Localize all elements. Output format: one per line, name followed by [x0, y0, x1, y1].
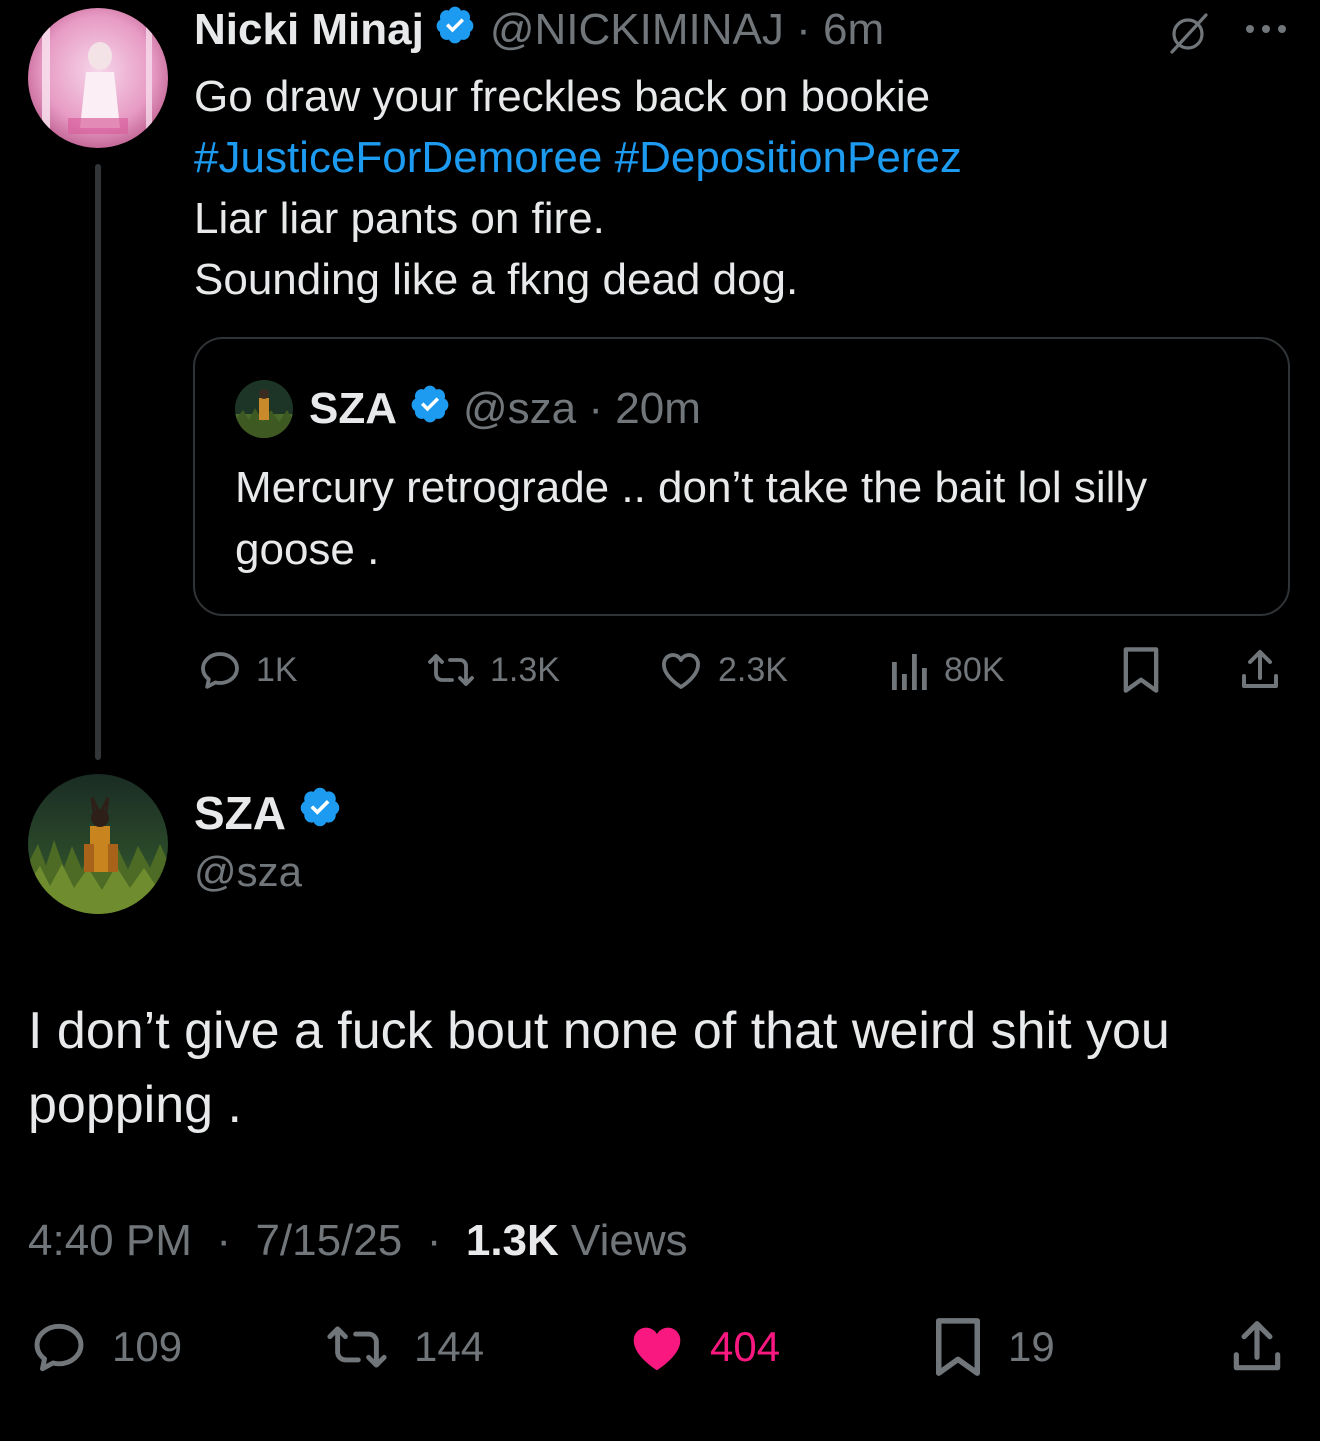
repost-icon [428, 654, 474, 686]
share-icon [1233, 1321, 1281, 1371]
parent-tweet-header: Nicki Minaj @NICKIMINAJ · 6m [194, 2, 884, 58]
thread-connector [95, 164, 101, 760]
like-count: 2.3K [718, 650, 788, 689]
separator-dot: · [576, 384, 616, 433]
separator-dot: · [783, 5, 823, 54]
bookmark-button[interactable]: 19 [930, 1310, 1055, 1384]
reply-count: 109 [112, 1323, 183, 1370]
hashtag-line: #JusticeForDemoree #DepositionPerez [194, 127, 1274, 188]
views-label: Views [571, 1216, 688, 1265]
views-count: 1.3K [465, 1216, 559, 1265]
author-name[interactable]: Nicki Minaj [194, 5, 424, 55]
tweet-text-line: Go draw your freckles back on bookie [194, 72, 931, 121]
share-button[interactable] [1226, 1310, 1288, 1384]
verified-badge-icon [409, 383, 451, 436]
views-button[interactable]: 80K [888, 640, 1005, 700]
verified-badge-icon [434, 4, 476, 57]
author-name[interactable]: SZA [194, 786, 286, 840]
hashtag-link[interactable]: #JusticeForDemoree [194, 133, 602, 182]
reply-button[interactable]: 1K [196, 640, 298, 700]
share-icon [1242, 650, 1278, 688]
quoted-author-name[interactable]: SZA [309, 384, 397, 434]
bookmark-icon [936, 1318, 980, 1376]
reply-button[interactable]: 109 [28, 1310, 182, 1384]
author-handle[interactable]: @NICKIMINAJ [490, 5, 784, 55]
reply-count: 1K [256, 650, 298, 689]
tweet-text-line: Sounding like a fkng dead dog. [194, 255, 799, 304]
like-count: 404 [710, 1323, 781, 1370]
main-tweet-author: SZA [194, 785, 342, 840]
quoted-tweet-text: Mercury retrograde .. don’t take the bai… [235, 463, 1148, 574]
tweet-text-line: Liar liar pants on fire. [194, 194, 605, 243]
views-icon [892, 654, 927, 690]
more-icon[interactable] [1244, 22, 1288, 41]
separator-dot: · [204, 1216, 244, 1265]
tweet-time[interactable]: 4:40 PM [28, 1216, 192, 1265]
tweet-date[interactable]: 7/15/25 [255, 1216, 402, 1265]
like-button[interactable]: 404 [626, 1310, 780, 1384]
repost-count: 144 [414, 1323, 485, 1370]
verified-badge-icon [298, 785, 342, 840]
like-icon [662, 653, 700, 689]
sza-avatar[interactable] [28, 774, 168, 914]
tweet-time[interactable]: 6m [823, 5, 884, 55]
main-tweet-text: I don’t give a fuck bout none of that we… [28, 1002, 1170, 1134]
quoted-tweet-header: SZA @sza · 20m [235, 379, 701, 439]
separator-dot: · [414, 1216, 454, 1265]
tweet-meta: 4:40 PM · 7/15/25 · 1.3K Views [28, 1216, 688, 1266]
grok-icon[interactable] [1166, 10, 1212, 61]
quoted-author-handle[interactable]: @sza [463, 384, 576, 434]
reply-icon [201, 652, 239, 689]
like-button[interactable]: 2.3K [656, 640, 788, 700]
reply-icon [34, 1323, 84, 1372]
quoted-tweet-time[interactable]: 20m [615, 384, 701, 434]
bookmark-count: 19 [1008, 1323, 1055, 1370]
parent-tweet-text: Go draw your freckles back on bookie #Ju… [194, 66, 1274, 310]
repost-button[interactable]: 144 [322, 1310, 484, 1384]
views-count: 80K [944, 650, 1005, 689]
share-button[interactable] [1236, 640, 1284, 700]
nicki-avatar[interactable] [28, 8, 168, 148]
repost-count: 1.3K [490, 650, 560, 689]
author-handle[interactable]: @sza [194, 848, 302, 896]
quoted-tweet-card[interactable]: SZA @sza · 20m Mercury retrograde .. don… [193, 337, 1290, 616]
sza-small-avatar [235, 380, 293, 438]
bookmark-icon [1123, 647, 1159, 693]
repost-button[interactable]: 1.3K [424, 640, 560, 700]
repost-icon [327, 1326, 387, 1368]
bookmark-button[interactable] [1118, 640, 1164, 700]
hashtag-link[interactable]: #DepositionPerez [615, 133, 962, 182]
like-filled-icon [633, 1327, 681, 1371]
